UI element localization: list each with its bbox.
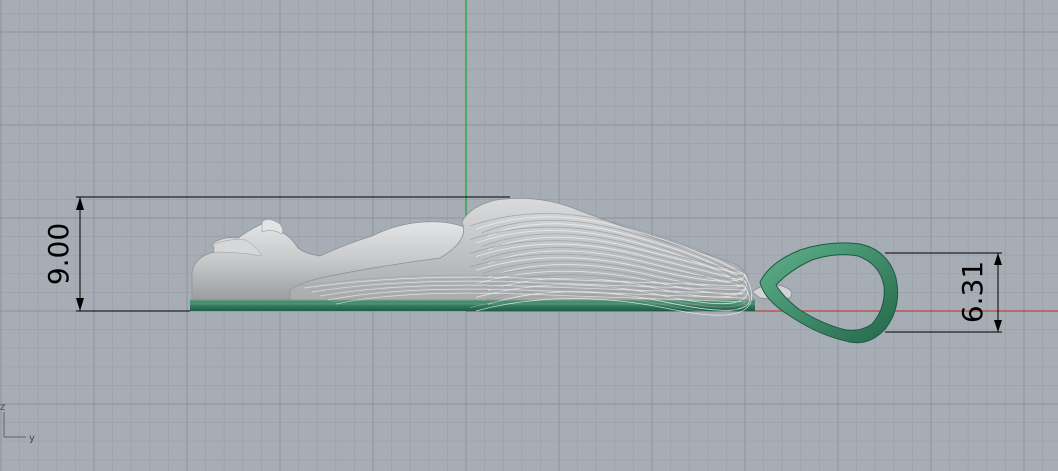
axis-indicator: z y bbox=[0, 402, 35, 444]
axis-label-z: z bbox=[0, 402, 5, 413]
axis-label-y: y bbox=[29, 433, 35, 444]
pendant-model[interactable] bbox=[190, 197, 899, 344]
viewport-canvas[interactable]: 9.00 6.31 z y bbox=[0, 0, 1058, 471]
dimension-label-total-height: 9.00 bbox=[42, 223, 75, 285]
rhino-viewport[interactable]: 9.00 6.31 z y bbox=[0, 0, 1058, 471]
dimension-label-bail-height: 6.31 bbox=[956, 261, 989, 323]
pendant-bail bbox=[759, 242, 899, 344]
